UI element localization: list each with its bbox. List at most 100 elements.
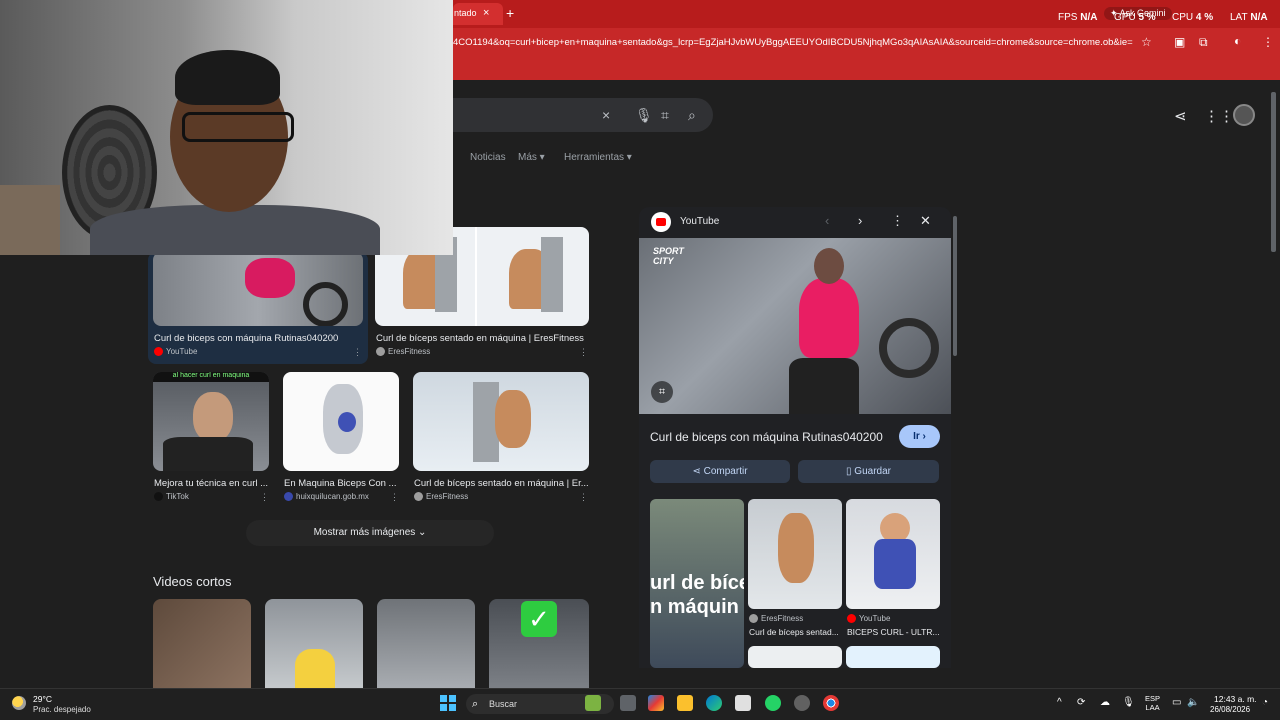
result-menu-icon[interactable]: ⋮ bbox=[260, 492, 269, 503]
result-title-5[interactable]: Curl de bíceps sentado en máquina | Er..… bbox=[414, 478, 589, 489]
profile-avatar-icon[interactable]: ◐ bbox=[1234, 34, 1241, 48]
short-video-3[interactable] bbox=[377, 599, 475, 688]
tray-app-icon[interactable]: ⟳ bbox=[1077, 697, 1085, 708]
weather-description[interactable]: Prac. despejado bbox=[33, 705, 91, 714]
result-image-3[interactable]: al hacer curl en maquina bbox=[153, 372, 269, 471]
edge-icon[interactable] bbox=[706, 695, 722, 711]
task-view-icon[interactable] bbox=[620, 695, 636, 711]
result-menu-icon[interactable]: ⋮ bbox=[353, 347, 362, 358]
result-image-5[interactable] bbox=[413, 372, 589, 471]
visit-button[interactable]: Ir › bbox=[899, 425, 940, 448]
related-image-3[interactable] bbox=[846, 499, 940, 609]
result-source-3[interactable]: TikTok bbox=[154, 492, 189, 502]
prev-image-icon[interactable]: ‹ bbox=[825, 213, 829, 228]
result-title-1[interactable]: Curl de biceps con máquina Rutinas040200 bbox=[154, 333, 359, 344]
browser-menu-icon[interactable]: ⋮ bbox=[1262, 35, 1274, 49]
store-icon[interactable] bbox=[735, 695, 751, 711]
file-explorer-icon[interactable] bbox=[677, 695, 693, 711]
microphone-icon[interactable]: 🎙 bbox=[635, 107, 653, 124]
volume-icon[interactable]: 🔈 bbox=[1187, 697, 1199, 708]
short-video-1[interactable] bbox=[153, 599, 251, 688]
whatsapp-icon[interactable] bbox=[765, 695, 781, 711]
weather-temperature[interactable]: 29°C bbox=[33, 694, 52, 704]
preview-image[interactable]: SPORT CITY bbox=[639, 238, 951, 414]
result-title-3[interactable]: Mejora tu técnica en curl ... bbox=[154, 478, 269, 489]
result-image-4[interactable] bbox=[283, 372, 399, 471]
clear-search-icon[interactable]: × bbox=[602, 107, 610, 123]
widget-icon[interactable] bbox=[585, 695, 601, 711]
chrome-icon[interactable] bbox=[823, 695, 839, 711]
start-button[interactable] bbox=[440, 695, 456, 711]
puzzle-icon[interactable]: ⧉ bbox=[1199, 35, 1208, 50]
related-image-1-overlay: url de bíce n máquin bbox=[650, 572, 744, 618]
result-menu-icon[interactable]: ⋮ bbox=[579, 492, 588, 503]
filter-tools[interactable]: Herramientas ▾ bbox=[564, 152, 632, 163]
search-input[interactable] bbox=[453, 98, 713, 132]
result-source-2[interactable]: EresFitness bbox=[376, 347, 430, 357]
notification-icon[interactable]: ◔ bbox=[1262, 697, 1268, 708]
taskbar-search-label[interactable]: Buscar bbox=[489, 699, 517, 709]
share-icon[interactable]: ⋖ bbox=[1174, 107, 1187, 125]
related-source-2[interactable]: EresFitness bbox=[749, 614, 803, 624]
result-image-1[interactable] bbox=[153, 252, 363, 326]
related-title-2[interactable]: Curl de bíceps sentad... bbox=[749, 627, 841, 637]
related-image-1[interactable]: url de bíce n máquin bbox=[650, 499, 744, 668]
network-icon[interactable]: ▭ bbox=[1172, 697, 1181, 708]
result-source-5[interactable]: EresFitness bbox=[414, 492, 468, 502]
panel-scrollbar-thumb[interactable] bbox=[953, 216, 957, 356]
result-source-1[interactable]: YouTube bbox=[154, 347, 197, 357]
copilot-icon[interactable] bbox=[648, 695, 664, 711]
eresfitness-icon bbox=[414, 492, 423, 502]
filter-news[interactable]: Noticias bbox=[470, 152, 506, 163]
lens-icon[interactable]: ⌗ bbox=[661, 107, 669, 124]
panel-source[interactable]: YouTube bbox=[680, 216, 719, 227]
tab-close-icon[interactable]: × bbox=[483, 7, 489, 19]
filter-more[interactable]: Más ▾ bbox=[518, 152, 545, 163]
webcam-person-glasses bbox=[182, 112, 294, 142]
webcam-person-hair bbox=[175, 50, 280, 105]
related-image-2[interactable] bbox=[748, 499, 842, 609]
account-avatar[interactable] bbox=[1233, 104, 1255, 126]
search-icon[interactable]: ⌕ bbox=[688, 107, 696, 124]
clock-date[interactable]: 26/08/2026 bbox=[1210, 705, 1250, 714]
close-panel-icon[interactable]: ✕ bbox=[920, 213, 931, 229]
gpu-stat: GPU 5 % bbox=[1114, 12, 1156, 23]
tab-title[interactable]: ntado bbox=[454, 8, 477, 18]
bookmark-star-icon[interactable]: ☆ bbox=[1141, 35, 1152, 49]
result-menu-icon[interactable]: ⋮ bbox=[390, 492, 399, 503]
result-title-2[interactable]: Curl de bíceps sentado en máquina | Eres… bbox=[376, 333, 586, 344]
show-more-images-button[interactable]: Mostrar más imágenes ⌄ bbox=[246, 520, 494, 546]
short-videos-heading: Videos cortos bbox=[153, 574, 232, 589]
new-tab-button[interactable]: + bbox=[506, 5, 514, 21]
visual-search-icon[interactable]: ⌗ bbox=[651, 381, 673, 403]
result-menu-icon[interactable]: ⋮ bbox=[579, 347, 588, 358]
url-text[interactable]: 4CO1194&oq=curl+bicep+en+maquina+sentado… bbox=[453, 37, 1133, 48]
short-video-2[interactable] bbox=[265, 599, 363, 688]
page-scrollbar-thumb[interactable] bbox=[1271, 92, 1276, 252]
panel-menu-icon[interactable]: ⋮ bbox=[891, 213, 904, 229]
weather-icon[interactable] bbox=[12, 696, 26, 710]
clock-time[interactable]: 12:43 a. m. bbox=[1214, 694, 1257, 704]
apps-grid-icon[interactable]: ⋮⋮ bbox=[1204, 107, 1234, 125]
webcam-overlay bbox=[0, 0, 453, 255]
tray-cloud-icon[interactable]: ☁ bbox=[1100, 697, 1110, 708]
result-title-4[interactable]: En Maquina Biceps Con ... bbox=[284, 478, 396, 489]
cpu-stat: CPU 4 % bbox=[1172, 12, 1214, 23]
extension-icon[interactable]: ▣ bbox=[1174, 35, 1185, 49]
result-source-4[interactable]: huixquilucan.gob.mx bbox=[284, 492, 369, 502]
checkmark-icon: ✓ bbox=[521, 601, 557, 637]
short-video-4[interactable]: ✓ bbox=[489, 599, 589, 688]
save-button[interactable]: ▯ Guardar bbox=[798, 460, 939, 483]
tray-overflow-icon[interactable]: ^ bbox=[1057, 697, 1062, 708]
related-source-3[interactable]: YouTube bbox=[847, 614, 890, 624]
share-button[interactable]: ⋖ Compartir bbox=[650, 460, 790, 483]
related-image-5[interactable] bbox=[846, 646, 940, 668]
sport-city-logo: SPORT CITY bbox=[653, 246, 684, 266]
related-image-4[interactable] bbox=[748, 646, 842, 668]
language-indicator[interactable]: ESP LAA bbox=[1145, 694, 1160, 712]
related-title-3[interactable]: BICEPS CURL - ULTR... bbox=[847, 627, 939, 637]
next-image-icon[interactable]: › bbox=[858, 213, 862, 228]
app-icon[interactable] bbox=[794, 695, 810, 711]
panel-title[interactable]: Curl de biceps con máquina Rutinas040200 bbox=[650, 430, 883, 444]
tray-mic-icon[interactable]: 🎙 bbox=[1122, 697, 1135, 708]
